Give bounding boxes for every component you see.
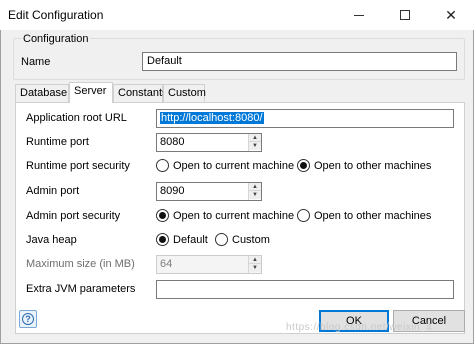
extra-jvm-row: Extra JVM parameters [26, 279, 456, 299]
app-root-url-input[interactable]: http://localhost:8080/ [156, 109, 454, 128]
help-icon: ? [22, 313, 34, 325]
max-size-label: Maximum size (in MB) [26, 258, 135, 270]
runtime-port-label: Runtime port [26, 136, 89, 148]
tab-custom[interactable]: Custom [163, 84, 206, 102]
minimize-icon [354, 14, 364, 16]
configuration-group-label: Configuration [21, 33, 91, 45]
admin-port-arrows: ▲ ▼ [248, 183, 261, 200]
admin-security-other-label: Open to other machines [314, 209, 432, 222]
admin-port-security-label: Admin port security [26, 210, 121, 222]
runtime-security-current-label: Open to current machine [173, 159, 295, 172]
name-input[interactable]: Default [142, 52, 457, 71]
max-size-row: Maximum size (in MB) 64 ▲ ▼ [26, 254, 456, 274]
title-bar: Edit Configuration ✕ [0, 0, 474, 30]
runtime-port-down-icon[interactable]: ▼ [249, 142, 261, 150]
extra-jvm-label: Extra JVM parameters [26, 283, 136, 295]
maximize-icon [400, 10, 410, 20]
dialog-body: Configuration Name Default Database Serv… [0, 30, 474, 344]
admin-port-stepper[interactable]: 8090 ▲ ▼ [156, 182, 262, 201]
runtime-security-other-label: Open to other machines [314, 159, 432, 172]
max-size-down-icon: ▼ [249, 264, 261, 272]
runtime-port-security-row: Runtime port security Open to current ma… [26, 156, 456, 176]
radio-checked-icon [156, 209, 169, 222]
max-size-stepper: 64 ▲ ▼ [156, 255, 262, 274]
java-heap-custom-label: Custom [232, 233, 270, 246]
max-size-value: 64 [160, 258, 173, 270]
runtime-port-security-label: Runtime port security [26, 160, 130, 172]
radio-unchecked-icon [297, 209, 310, 222]
radio-unchecked-icon [215, 233, 228, 246]
admin-port-label: Admin port [26, 185, 80, 197]
admin-port-down-icon[interactable]: ▼ [249, 191, 261, 199]
help-button[interactable]: ? [19, 310, 37, 328]
runtime-security-other-radio[interactable]: Open to other machines [297, 159, 431, 172]
java-heap-row: Java heap Default Custom [26, 230, 456, 250]
runtime-security-current-radio[interactable]: Open to current machine [156, 159, 294, 172]
java-heap-label: Java heap [26, 234, 77, 246]
java-heap-default-radio[interactable]: Default [156, 233, 208, 246]
tab-constants[interactable]: Constants [113, 84, 168, 102]
name-label: Name [21, 56, 51, 68]
app-root-url-row: Application root URL http://localhost:80… [26, 108, 456, 128]
window-title: Edit Configuration [8, 8, 104, 22]
tab-database[interactable]: Database [15, 84, 69, 102]
java-heap-custom-radio[interactable]: Custom [215, 233, 270, 246]
runtime-port-up-icon[interactable]: ▲ [249, 134, 261, 142]
maximize-button[interactable] [382, 0, 428, 30]
runtime-port-value: 8080 [160, 136, 185, 148]
admin-port-value: 8090 [160, 185, 185, 197]
admin-port-row: Admin port 8090 ▲ ▼ [26, 181, 456, 201]
runtime-port-stepper[interactable]: 8080 ▲ ▼ [156, 133, 262, 152]
watermark-text: https://blog.csdn.net/weixin_4 [286, 322, 433, 333]
tab-server[interactable]: Server [69, 82, 113, 103]
radio-checked-icon [297, 159, 310, 172]
max-size-arrows: ▲ ▼ [248, 256, 261, 273]
admin-security-current-radio[interactable]: Open to current machine [156, 209, 294, 222]
close-icon: ✕ [445, 6, 457, 23]
max-size-up-icon: ▲ [249, 256, 261, 264]
admin-security-current-label: Open to current machine [173, 209, 295, 222]
radio-checked-icon [156, 233, 169, 246]
radio-unchecked-icon [156, 159, 169, 172]
close-button[interactable]: ✕ [428, 0, 474, 30]
app-root-url-value: http://localhost:8080/ [160, 112, 264, 124]
server-panel: Application root URL http://localhost:80… [15, 102, 465, 334]
app-root-url-label: Application root URL [26, 112, 127, 124]
extra-jvm-input[interactable] [156, 280, 454, 299]
admin-security-other-radio[interactable]: Open to other machines [297, 209, 431, 222]
runtime-port-row: Runtime port 8080 ▲ ▼ [26, 132, 456, 152]
java-heap-default-label: Default [173, 233, 208, 246]
admin-port-up-icon[interactable]: ▲ [249, 183, 261, 191]
runtime-port-arrows: ▲ ▼ [248, 134, 261, 151]
minimize-button[interactable] [336, 0, 382, 30]
admin-port-security-row: Admin port security Open to current mach… [26, 206, 456, 226]
